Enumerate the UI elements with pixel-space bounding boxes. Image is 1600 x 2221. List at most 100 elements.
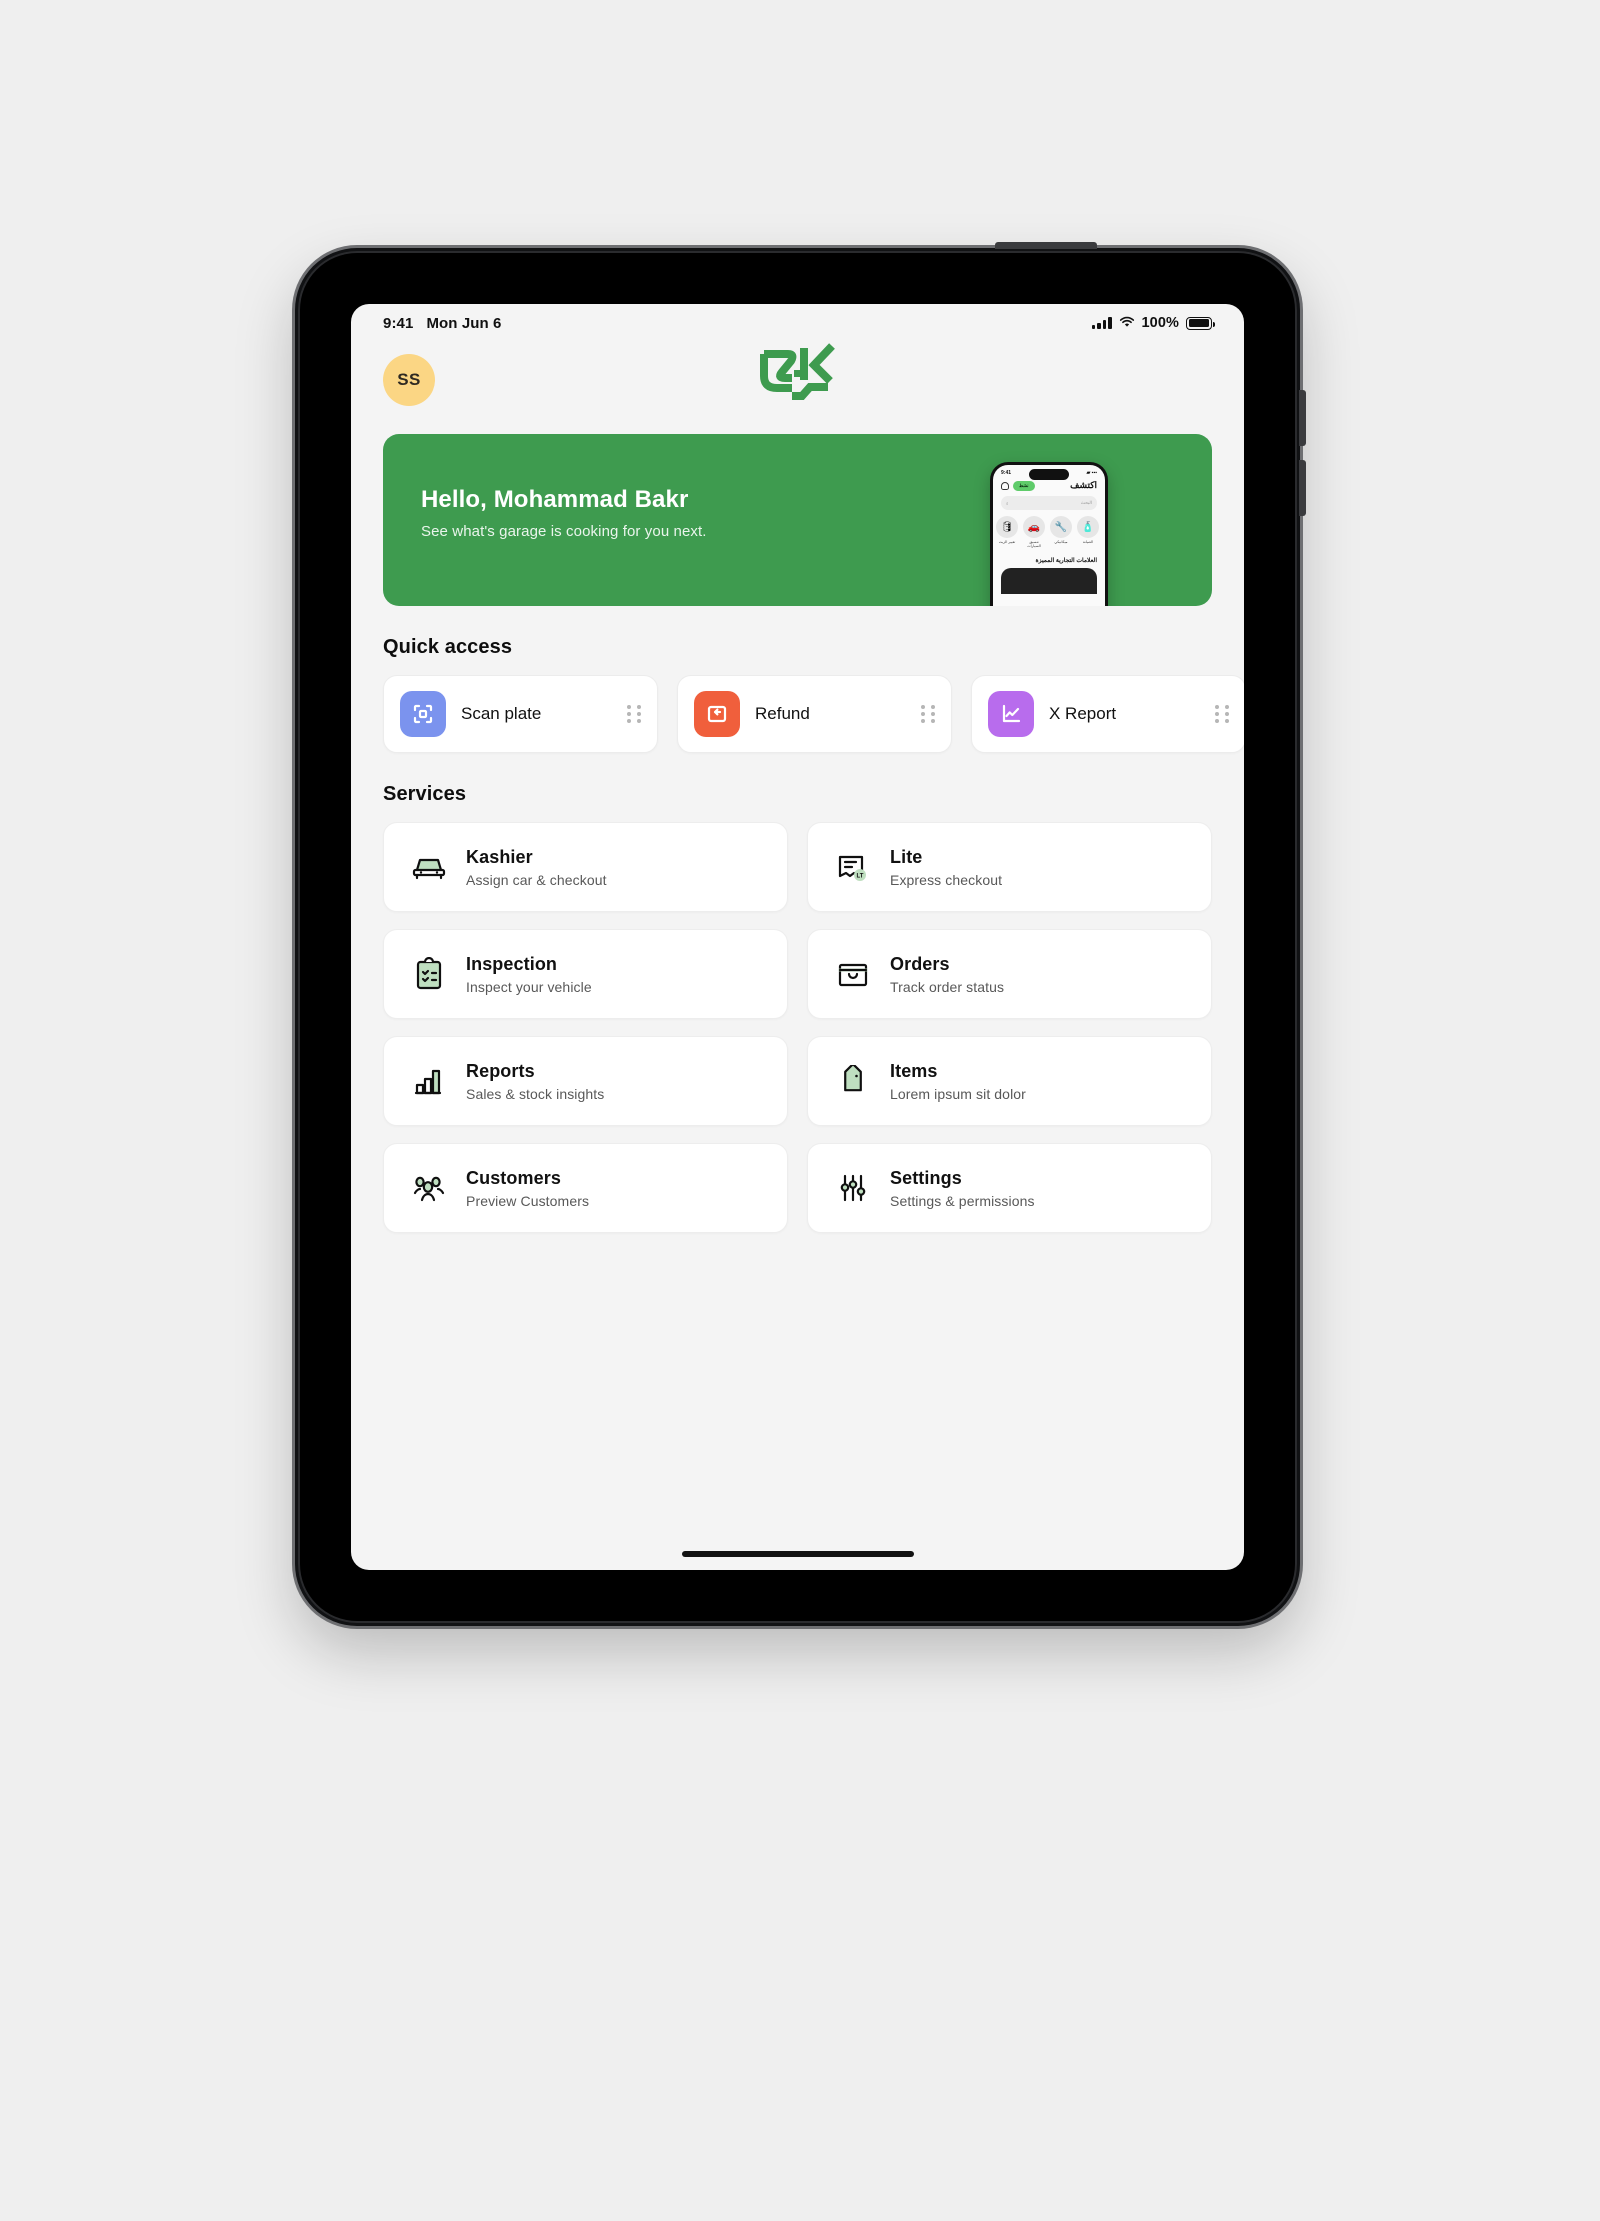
status-date: Mon Jun 6 <box>426 314 502 332</box>
people-group-icon <box>410 1169 448 1207</box>
quick-card-label: Refund <box>755 704 810 723</box>
volume-up-button[interactable] <box>1299 390 1306 446</box>
phone-mockup: ▪▪▪ ▰ 9:41 اكتشف نشط البحث ⌕ 🧴 الصيانة 🔧… <box>990 462 1108 606</box>
receipt-lt-icon: LT <box>834 848 872 886</box>
service-card-customers[interactable]: Customers Preview Customers <box>383 1143 788 1233</box>
phone-category-label: ميكانيكي <box>1054 540 1068 544</box>
phone-category-label: تغيير الزيت <box>998 540 1016 544</box>
bar-chart-icon <box>410 1062 448 1100</box>
wifi-icon <box>1119 315 1135 332</box>
car-icon <box>410 848 448 886</box>
battery-percent-label: 100% <box>1141 315 1179 331</box>
phone-category-row: 🧴 الصيانة 🔧 ميكانيكي 🚗 تنسيق السيارات 🛢 … <box>993 510 1105 548</box>
service-card-kashier[interactable]: Kashier Assign car & checkout <box>383 822 788 912</box>
cellular-signal-icon <box>1091 317 1112 329</box>
quick-card-scan-plate[interactable]: Scan plate <box>383 675 658 753</box>
quick-access-row: Scan plate Refund X Report <box>351 675 1244 753</box>
service-desc: Sales & stock insights <box>466 1085 605 1102</box>
phone-category-item: 🔧 ميكانيكي <box>1050 516 1072 548</box>
tablet-screen: 9:41 Mon Jun 6 100% SS Hello, Mohammad B… <box>351 304 1244 1570</box>
hero-text-block: Hello, Mohammad Bakr See what's garage i… <box>421 486 707 540</box>
services-grid: Kashier Assign car & checkout LT Lite Ex… <box>351 822 1244 1233</box>
service-name: Orders <box>890 953 950 974</box>
services-title: Services <box>383 783 467 805</box>
brand-logo <box>351 340 1244 402</box>
wrench-icon: 🔧 <box>1050 516 1072 538</box>
service-desc: Settings & permissions <box>890 1192 1035 1209</box>
phone-status-time: 9:41 <box>1001 470 1012 476</box>
service-name: Settings <box>890 1167 962 1188</box>
service-card-text: Items Lorem ipsum sit dolor <box>890 1061 1026 1102</box>
status-time: 9:41 <box>383 314 414 332</box>
sliders-icon <box>834 1169 872 1207</box>
maintenance-icon: 🧴 <box>1077 516 1099 538</box>
service-card-text: Orders Track order status <box>890 954 1004 995</box>
quick-card-label: X Report <box>1049 704 1117 723</box>
phone-category-label: تنسيق السيارات <box>1027 540 1041 548</box>
six-dot-drag-handle-icon[interactable] <box>921 705 935 723</box>
service-name: Reports <box>466 1060 535 1081</box>
six-dot-drag-handle-icon[interactable] <box>1215 705 1229 723</box>
status-bar: 9:41 Mon Jun 6 100% <box>351 304 1244 338</box>
search-icon: ⌕ <box>1006 500 1009 506</box>
home-indicator[interactable] <box>681 1551 914 1557</box>
status-bar-right: 100% <box>1091 315 1215 332</box>
service-card-text: Kashier Assign car & checkout <box>466 847 607 888</box>
phone-category-label: الصيانة <box>1082 540 1094 544</box>
quick-card-refund[interactable]: Refund <box>677 675 952 753</box>
service-name: Customers <box>466 1167 561 1188</box>
battery-full-icon <box>1186 316 1215 330</box>
quick-card-label: Scan plate <box>461 704 542 723</box>
price-tag-icon <box>834 1062 872 1100</box>
oil-bottle-icon: 🛢 <box>996 516 1018 538</box>
service-desc: Preview Customers <box>466 1192 590 1209</box>
phone-notch-icon <box>1029 469 1069 480</box>
service-card-orders[interactable]: Orders Track order status <box>807 929 1212 1019</box>
phone-mockup-screen: ▪▪▪ ▰ 9:41 اكتشف نشط البحث ⌕ 🧴 الصيانة 🔧… <box>993 465 1105 606</box>
service-desc: Track order status <box>890 978 1005 995</box>
service-card-items[interactable]: Items Lorem ipsum sit dolor <box>807 1036 1212 1126</box>
service-card-reports[interactable]: Reports Sales & stock insights <box>383 1036 788 1126</box>
phone-search-placeholder: البحث <box>1080 500 1092 505</box>
service-card-lite[interactable]: LT Lite Express checkout <box>807 822 1212 912</box>
tablet-device-frame: 9:41 Mon Jun 6 100% SS Hello, Mohammad B… <box>295 242 1306 1626</box>
service-name: Lite <box>890 846 923 867</box>
hero-subtitle: See what's garage is cooking for you nex… <box>421 523 707 540</box>
bell-icon <box>1001 481 1009 490</box>
service-card-text: Lite Express checkout <box>890 847 1002 888</box>
phone-category-item: 🧴 الصيانة <box>1077 516 1099 548</box>
service-card-text: Inspection Inspect your vehicle <box>466 954 592 995</box>
phone-featured-card <box>1001 568 1097 594</box>
avatar[interactable]: SS <box>383 354 435 406</box>
scan-frame-icon <box>400 691 446 737</box>
service-desc: Lorem ipsum sit dolor <box>890 1085 1026 1102</box>
phone-signal-icon: ▪▪▪ ▰ <box>1086 470 1097 476</box>
service-card-text: Settings Settings & permissions <box>890 1168 1035 1209</box>
phone-category-item: 🚗 تنسيق السيارات <box>1023 516 1045 548</box>
service-desc: Inspect your vehicle <box>466 978 592 995</box>
service-desc: Express checkout <box>890 871 1003 888</box>
return-arrow-icon <box>694 691 740 737</box>
power-button[interactable] <box>995 242 1097 249</box>
service-name: Inspection <box>466 953 558 974</box>
kashier-arabic-logo-icon <box>759 343 835 400</box>
phone-search-input: البحث ⌕ <box>1001 496 1097 510</box>
phone-status-badge: نشط <box>1013 480 1035 491</box>
service-card-inspection[interactable]: Inspection Inspect your vehicle <box>383 929 788 1019</box>
hero-banner[interactable]: Hello, Mohammad Bakr See what's garage i… <box>383 434 1212 606</box>
quick-card-x-report[interactable]: X Report <box>971 675 1244 753</box>
shopping-bag-icon <box>834 955 872 993</box>
car-wash-icon: 🚗 <box>1023 516 1045 538</box>
service-card-text: Reports Sales & stock insights <box>466 1061 604 1102</box>
screenshot-canvas: 9:41 Mon Jun 6 100% SS Hello, Mohammad B… <box>0 0 1600 2221</box>
svg-text:LT: LT <box>857 874 864 880</box>
six-dot-drag-handle-icon[interactable] <box>627 705 641 723</box>
line-chart-icon <box>988 691 1034 737</box>
service-name: Items <box>890 1060 938 1081</box>
service-card-settings[interactable]: Settings Settings & permissions <box>807 1143 1212 1233</box>
service-card-text: Customers Preview Customers <box>466 1168 589 1209</box>
phone-screen-title: اكتشف <box>1070 480 1097 490</box>
volume-down-button[interactable] <box>1299 460 1306 516</box>
phone-category-item: 🛢 تغيير الزيت <box>996 516 1018 548</box>
app-header: SS <box>351 338 1244 422</box>
